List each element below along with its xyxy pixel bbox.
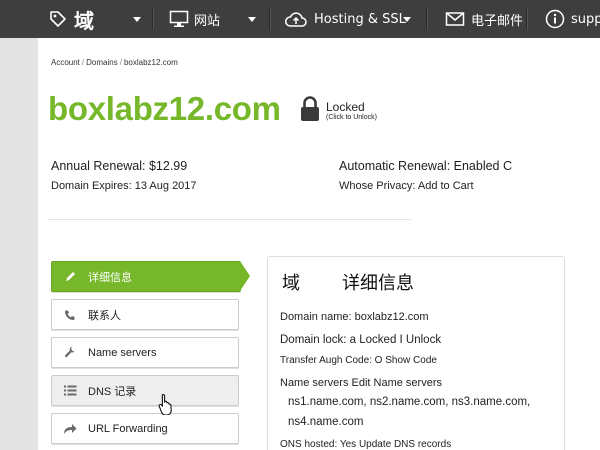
pencil-icon [62, 270, 78, 284]
nav-support-label: supp [571, 11, 600, 27]
detail-domain-lock[interactable]: Domain lock: a Locked I Unlock [280, 334, 441, 346]
domain-expires: Domain Expires: 13 Aug 2017 [51, 180, 197, 192]
nav-support[interactable]: supp [527, 0, 600, 38]
detail-transfer-code[interactable]: Transfer Augh Code: O Show Code [280, 355, 437, 366]
nav-email[interactable]: 电子邮件 [427, 0, 527, 38]
nav-hosting[interactable]: Hosting & SSL [270, 0, 427, 38]
lock-status: Locked [326, 100, 365, 114]
breadcrumb: Account / Domains / boxlabz12.com [51, 58, 178, 67]
wrench-icon [62, 346, 78, 360]
lock-toggle[interactable]: Locked (Click to Unlock) [300, 96, 377, 126]
info-icon [545, 9, 565, 29]
detail-domain-name: Domain name: boxlabz12.com [280, 311, 429, 323]
nav-website[interactable]: 网站 [153, 0, 270, 38]
tab-dns-records[interactable]: DNS 记录 [51, 375, 239, 406]
tab-details-label: 详细信息 [88, 271, 132, 284]
tab-contacts-label: 联系人 [88, 309, 121, 322]
breadcrumb-account[interactable]: Account [51, 58, 80, 67]
tab-url-forwarding[interactable]: URL Forwarding [51, 413, 239, 444]
nav-website-label: 网站 [194, 13, 221, 29]
lock-icon [300, 96, 320, 126]
detail-name-servers[interactable]: Name servers Edit Name servers [280, 377, 442, 389]
list-icon [62, 384, 78, 398]
phone-icon [62, 308, 78, 322]
detail-ns-line1: ns1.name.com, ns2.name.com, ns3.name.com… [288, 396, 531, 408]
nav-hosting-label: Hosting & SSL [314, 11, 406, 27]
automatic-renewal[interactable]: Automatic Renewal: Enabled C [339, 159, 512, 173]
forward-arrow-icon [62, 422, 78, 436]
nav-domains[interactable]: 域 [0, 0, 153, 38]
detail-ns-line2: ns4.name.com [288, 416, 364, 428]
whose-privacy[interactable]: Whose Privacy: Add to Cart [339, 180, 474, 192]
divider [48, 219, 411, 220]
monitor-icon [169, 10, 189, 28]
detail-dns-hosted[interactable]: ONS hosted: Yes Update DNS records [280, 439, 451, 450]
details-card: 域详细信息 Domain name: boxlabz12.com Domain … [267, 256, 565, 450]
tab-contacts[interactable]: 联系人 [51, 299, 239, 330]
envelope-icon [445, 11, 465, 27]
tab-name-servers-label: Name servers [88, 346, 157, 359]
tab-dns-records-label: DNS 记录 [88, 385, 137, 398]
breadcrumb-current: boxlabz12.com [123, 58, 178, 67]
details-title: 域详细信息 [282, 273, 414, 294]
cloud-upload-icon [284, 10, 308, 28]
main-panel: Account / Domains / boxlabz12.com boxlabz12.… [38, 38, 600, 450]
tab-url-forwarding-label: URL Forwarding [88, 422, 168, 435]
hand-cursor-icon [158, 393, 176, 419]
tab-details[interactable]: 详细信息 [51, 261, 250, 292]
top-nav: 域 网站 Hosting & SSL 电子邮件 supp [0, 0, 600, 38]
domain-title: boxlabz12.com [48, 90, 281, 127]
chevron-down-icon [403, 17, 411, 22]
annual-renewal: Annual Renewal: $12.99 [51, 159, 188, 173]
nav-email-label: 电子邮件 [471, 13, 524, 29]
chevron-down-icon [133, 17, 141, 22]
breadcrumb-domains[interactable]: Domains [86, 58, 118, 67]
tab-name-servers[interactable]: Name servers [51, 337, 239, 368]
nav-domains-label: 域 [74, 8, 94, 33]
chevron-down-icon [248, 17, 256, 22]
lock-hint: (Click to Unlock) [326, 114, 377, 121]
tag-icon [48, 9, 68, 29]
